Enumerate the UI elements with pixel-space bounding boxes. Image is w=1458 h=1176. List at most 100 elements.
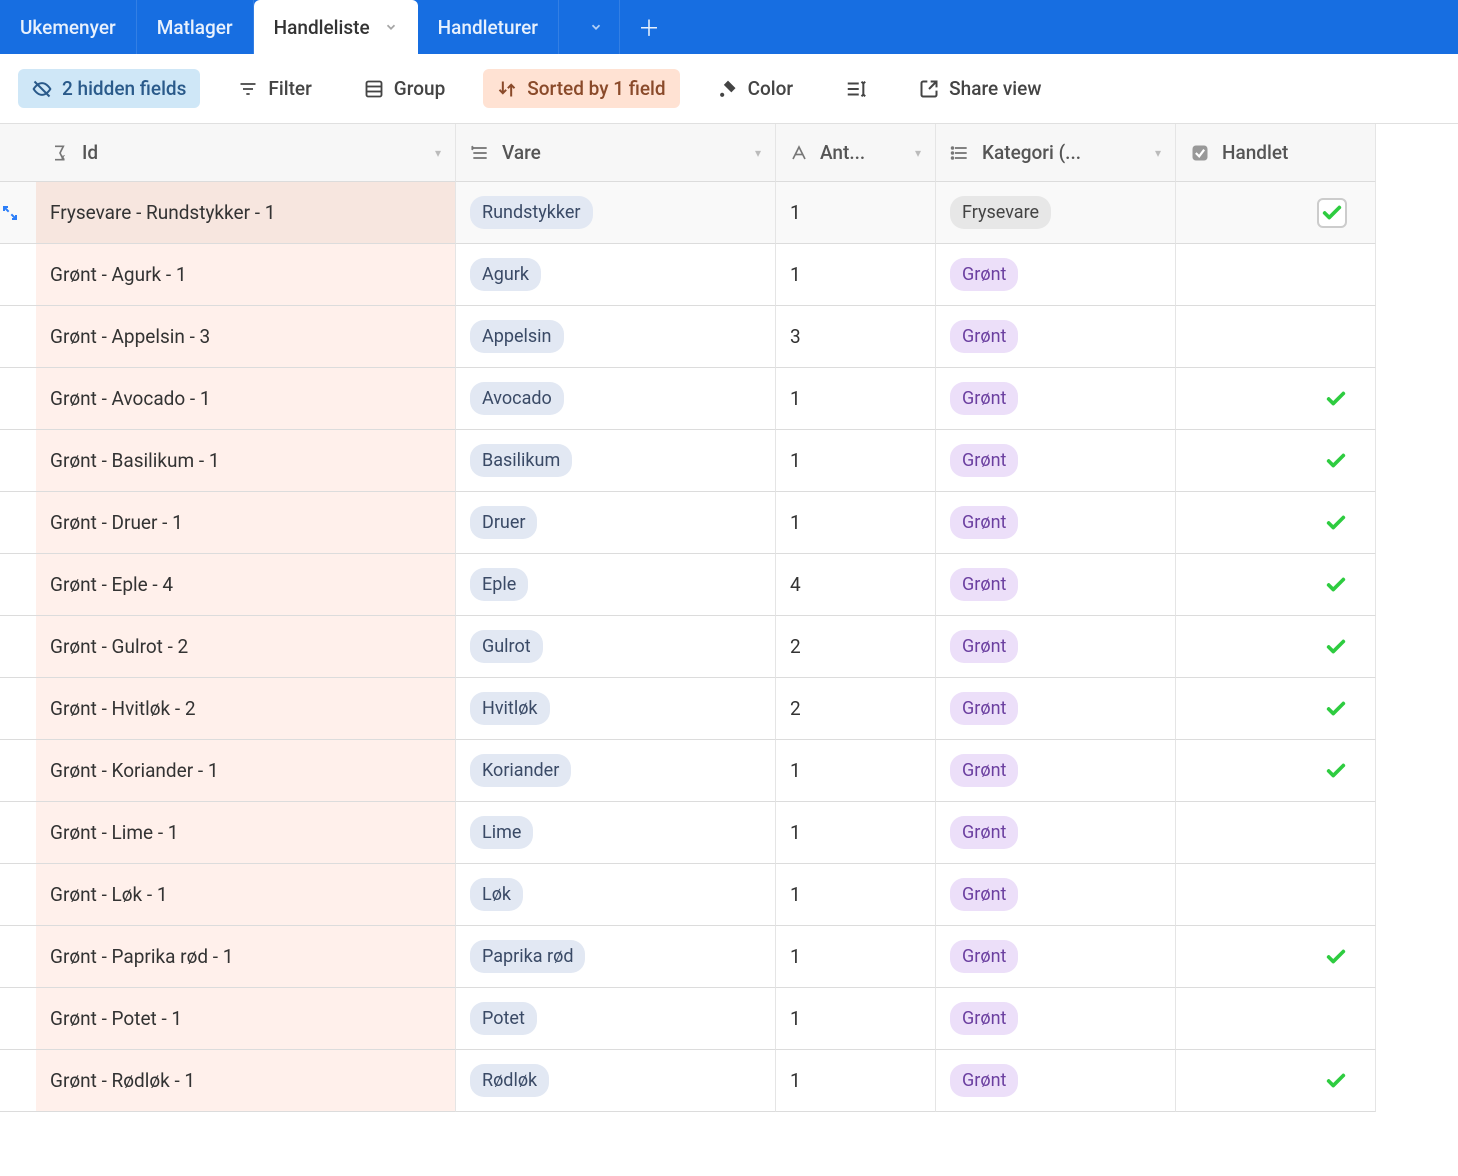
tab-handleturer[interactable]: Handleturer	[418, 0, 559, 54]
cell-handlet[interactable]	[1176, 926, 1376, 988]
share-view-button[interactable]: Share view	[905, 69, 1055, 108]
expand-record-icon[interactable]	[2, 205, 18, 221]
cell-id[interactable]: Grønt - Appelsin - 3	[36, 306, 456, 368]
chevron-down-icon[interactable]: ▾	[915, 146, 921, 160]
cell-vare[interactable]: Eple	[456, 554, 776, 616]
cell-id[interactable]: Grønt - Hvitløk - 2	[36, 678, 456, 740]
cell-antall[interactable]: 1	[776, 368, 936, 430]
cell-id[interactable]: Grønt - Gulrot - 2	[36, 616, 456, 678]
row-gutter[interactable]	[0, 926, 36, 988]
row-gutter[interactable]	[0, 182, 36, 244]
cell-handlet[interactable]	[1176, 368, 1376, 430]
cell-vare[interactable]: Avocado	[456, 368, 776, 430]
cell-antall[interactable]: 1	[776, 430, 936, 492]
cell-kategori[interactable]: Grønt	[936, 430, 1176, 492]
cell-vare[interactable]: Koriander	[456, 740, 776, 802]
row-gutter[interactable]	[0, 306, 36, 368]
cell-vare[interactable]: Rundstykker	[456, 182, 776, 244]
tab-ukemenyer[interactable]: Ukemenyer	[0, 0, 137, 54]
cell-kategori[interactable]: Grønt	[936, 678, 1176, 740]
cell-kategori[interactable]: Grønt	[936, 554, 1176, 616]
row-gutter[interactable]	[0, 554, 36, 616]
row-gutter[interactable]	[0, 678, 36, 740]
cell-antall[interactable]: 1	[776, 988, 936, 1050]
column-header-kategori[interactable]: Kategori (... ▾	[936, 124, 1176, 182]
chevron-down-icon[interactable]	[384, 20, 398, 34]
cell-id[interactable]: Frysevare - Rundstykker - 1	[36, 182, 456, 244]
cell-antall[interactable]: 1	[776, 864, 936, 926]
cell-handlet[interactable]	[1176, 740, 1376, 802]
cell-vare[interactable]: Lime	[456, 802, 776, 864]
cell-handlet[interactable]	[1176, 554, 1376, 616]
cell-vare[interactable]: Appelsin	[456, 306, 776, 368]
column-header-vare[interactable]: Vare ▾	[456, 124, 776, 182]
color-button[interactable]: Color	[704, 69, 808, 108]
cell-id[interactable]: Grønt - Rødløk - 1	[36, 1050, 456, 1112]
row-gutter[interactable]	[0, 864, 36, 926]
cell-antall[interactable]: 4	[776, 554, 936, 616]
cell-handlet[interactable]	[1176, 802, 1376, 864]
row-gutter[interactable]	[0, 1050, 36, 1112]
row-gutter[interactable]	[0, 244, 36, 306]
cell-kategori[interactable]: Grønt	[936, 740, 1176, 802]
cell-id[interactable]: Grønt - Paprika rød - 1	[36, 926, 456, 988]
cell-kategori[interactable]: Grønt	[936, 244, 1176, 306]
cell-antall[interactable]: 1	[776, 492, 936, 554]
chevron-down-icon[interactable]: ▾	[1155, 146, 1161, 160]
cell-vare[interactable]: Paprika rød	[456, 926, 776, 988]
cell-id[interactable]: Grønt - Løk - 1	[36, 864, 456, 926]
cell-antall[interactable]: 1	[776, 740, 936, 802]
cell-handlet[interactable]	[1176, 678, 1376, 740]
cell-antall[interactable]: 1	[776, 1050, 936, 1112]
tab-more-dropdown[interactable]	[559, 0, 620, 54]
hidden-fields-button[interactable]: 2 hidden fields	[18, 69, 200, 108]
cell-vare[interactable]: Hvitløk	[456, 678, 776, 740]
group-button[interactable]: Group	[350, 69, 459, 108]
cell-kategori[interactable]: Grønt	[936, 926, 1176, 988]
cell-vare[interactable]: Rødløk	[456, 1050, 776, 1112]
column-header-id[interactable]: x Id ▾	[36, 124, 456, 182]
row-gutter[interactable]	[0, 988, 36, 1050]
cell-antall[interactable]: 2	[776, 616, 936, 678]
row-gutter[interactable]	[0, 368, 36, 430]
cell-id[interactable]: Grønt - Basilikum - 1	[36, 430, 456, 492]
cell-handlet[interactable]	[1176, 988, 1376, 1050]
cell-id[interactable]: Grønt - Druer - 1	[36, 492, 456, 554]
cell-kategori[interactable]: Grønt	[936, 1050, 1176, 1112]
row-gutter[interactable]	[0, 616, 36, 678]
column-header-handlet[interactable]: Handlet	[1176, 124, 1376, 182]
cell-kategori[interactable]: Grønt	[936, 988, 1176, 1050]
cell-antall[interactable]: 1	[776, 926, 936, 988]
cell-vare[interactable]: Agurk	[456, 244, 776, 306]
cell-vare[interactable]: Druer	[456, 492, 776, 554]
chevron-down-icon[interactable]: ▾	[755, 146, 761, 160]
cell-kategori[interactable]: Grønt	[936, 616, 1176, 678]
sort-button[interactable]: Sorted by 1 field	[483, 69, 679, 108]
cell-vare[interactable]: Løk	[456, 864, 776, 926]
cell-handlet[interactable]	[1176, 864, 1376, 926]
cell-handlet[interactable]	[1176, 492, 1376, 554]
cell-handlet[interactable]	[1176, 1050, 1376, 1112]
cell-vare[interactable]: Gulrot	[456, 616, 776, 678]
row-gutter[interactable]	[0, 740, 36, 802]
row-gutter[interactable]	[0, 802, 36, 864]
cell-kategori[interactable]: Grønt	[936, 864, 1176, 926]
cell-id[interactable]: Grønt - Lime - 1	[36, 802, 456, 864]
filter-button[interactable]: Filter	[224, 69, 325, 108]
cell-kategori[interactable]: Grønt	[936, 368, 1176, 430]
cell-antall[interactable]: 2	[776, 678, 936, 740]
row-gutter[interactable]	[0, 492, 36, 554]
chevron-down-icon[interactable]: ▾	[435, 146, 441, 160]
cell-vare[interactable]: Basilikum	[456, 430, 776, 492]
cell-antall[interactable]: 1	[776, 182, 936, 244]
cell-id[interactable]: Grønt - Agurk - 1	[36, 244, 456, 306]
tab-matlager[interactable]: Matlager	[137, 0, 254, 54]
cell-kategori[interactable]: Frysevare	[936, 182, 1176, 244]
column-header-antall[interactable]: Ant... ▾	[776, 124, 936, 182]
add-tab-button[interactable]: ＋	[620, 0, 678, 54]
cell-antall[interactable]: 1	[776, 244, 936, 306]
tab-handleliste[interactable]: Handleliste	[254, 0, 418, 54]
row-height-button[interactable]	[831, 70, 881, 108]
handlet-checkbox[interactable]	[1317, 198, 1347, 228]
cell-handlet[interactable]	[1176, 430, 1376, 492]
